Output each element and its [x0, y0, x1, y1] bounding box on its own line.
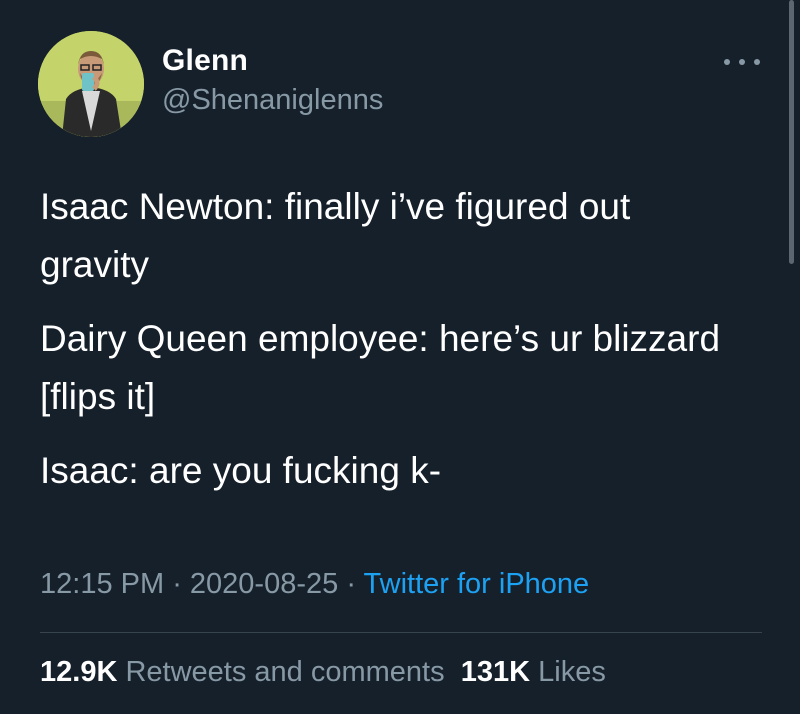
meta-separator: ·	[164, 568, 190, 600]
avatar-image	[38, 31, 144, 137]
retweets-count: 12.9K	[40, 656, 118, 688]
tweet-source-link[interactable]: Twitter for iPhone	[364, 568, 590, 600]
retweets-label: Retweets and comments	[125, 656, 445, 688]
more-horizontal-icon[interactable]	[724, 54, 760, 70]
likes-stat[interactable]: 131K Likes	[461, 656, 606, 688]
tweet-line: Isaac Newton: finally i’ve figured out g…	[40, 186, 631, 285]
tweet-line: Isaac: are you fucking k-	[40, 450, 442, 491]
tweet-meta: 12:15 PM · 2020-08-25 · Twitter for iPho…	[40, 568, 589, 601]
tweet-date[interactable]: 2020-08-25	[190, 568, 338, 600]
tweet-text: Isaac Newton: finally i’ve figured out g…	[40, 178, 740, 516]
tweet-time[interactable]: 12:15 PM	[40, 568, 164, 600]
author-handle[interactable]: @Shenaniglenns	[162, 84, 383, 117]
retweets-stat[interactable]: 12.9K Retweets and comments	[40, 656, 445, 688]
likes-label: Likes	[538, 656, 606, 688]
tweet: Glenn @Shenaniglenns Isaac Newton: final…	[0, 0, 800, 714]
author-name[interactable]: Glenn	[162, 44, 248, 78]
divider	[40, 632, 762, 633]
avatar[interactable]	[38, 31, 144, 137]
tweet-line: Dairy Queen employee: here’s ur blizzard…	[40, 318, 721, 417]
meta-separator: ·	[338, 568, 364, 600]
tweet-stats: 12.9K Retweets and comments 131K Likes	[40, 656, 606, 689]
likes-count: 131K	[460, 656, 531, 688]
scrollbar[interactable]	[789, 0, 794, 264]
